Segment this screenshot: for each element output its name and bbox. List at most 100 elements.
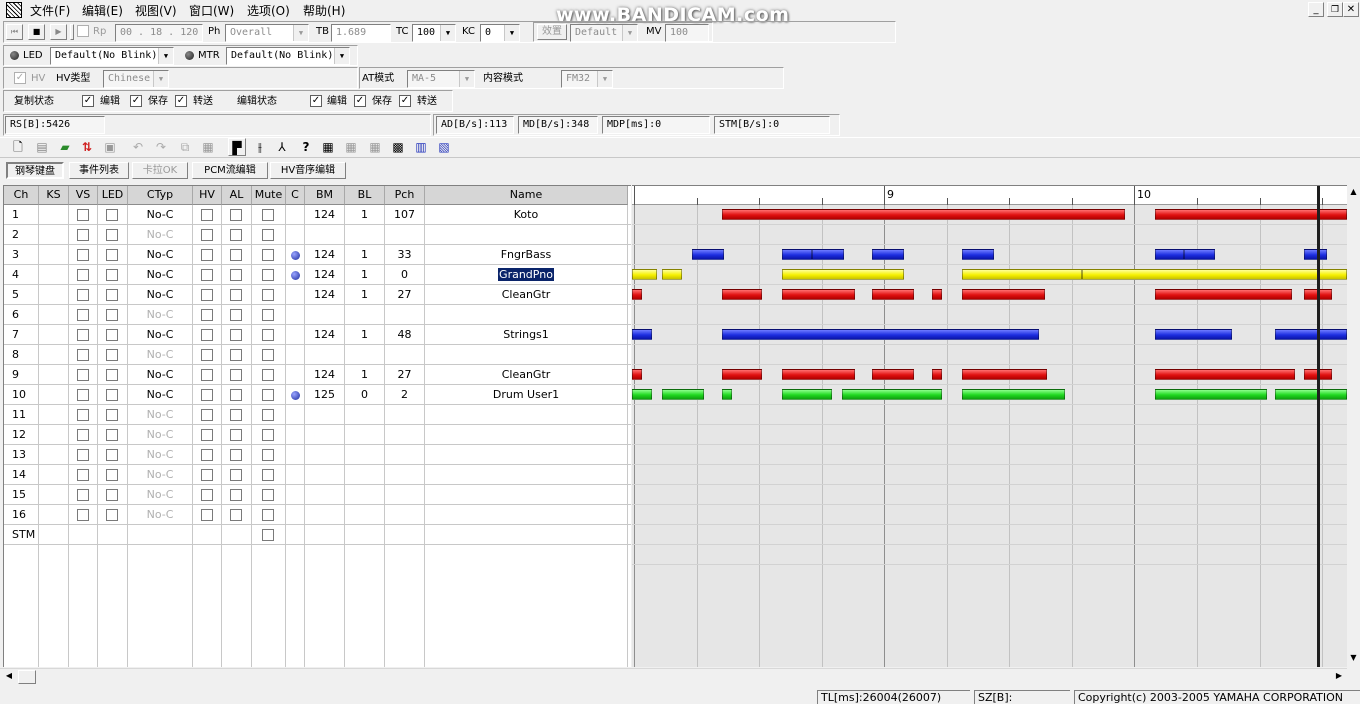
column-header-bm[interactable]: BM: [305, 186, 345, 205]
note-block-blue[interactable]: [1275, 329, 1347, 340]
effect-select[interactable]: Default ▼: [570, 24, 638, 42]
menu-edit[interactable]: 编辑(E): [82, 2, 123, 19]
note-block-blue[interactable]: [872, 249, 904, 260]
mute-checkbox[interactable]: [262, 409, 274, 421]
note-block-green[interactable]: [1155, 389, 1267, 400]
effect-button[interactable]: 效置: [537, 24, 567, 40]
mute-checkbox[interactable]: [262, 509, 274, 521]
vs-checkbox[interactable]: [77, 409, 89, 421]
redo-icon[interactable]: ↷: [152, 138, 170, 156]
note-block-blue[interactable]: [1155, 249, 1184, 260]
column-header-bl[interactable]: BL: [345, 186, 385, 205]
menu-help[interactable]: 帮助(H): [303, 2, 345, 19]
mtr-select[interactable]: Default(No Blink) ▼: [226, 47, 350, 65]
note-block-yellow[interactable]: [962, 269, 1082, 280]
column-header-pch[interactable]: Pch: [385, 186, 425, 205]
scroll-down-arrow-icon[interactable]: ▼: [1347, 653, 1360, 665]
hv-checkbox[interactable]: [201, 349, 213, 361]
led-checkbox[interactable]: [106, 449, 118, 461]
column-header-ch[interactable]: Ch: [4, 186, 39, 205]
position-field[interactable]: 00 . 18 . 120: [115, 24, 203, 42]
column-header-mute[interactable]: Mute: [252, 186, 286, 205]
note-block-yellow[interactable]: [782, 269, 904, 280]
table-row[interactable]: 7 No-C 124 1 48 Strings1: [4, 325, 631, 345]
undo-icon[interactable]: ↶: [129, 138, 147, 156]
vs-checkbox[interactable]: [77, 289, 89, 301]
led-checkbox[interactable]: [106, 469, 118, 481]
al-checkbox[interactable]: [230, 249, 242, 261]
led-checkbox[interactable]: [106, 369, 118, 381]
menu-options[interactable]: 选项(O): [247, 2, 290, 19]
note-block-red[interactable]: [722, 369, 762, 380]
cell-name[interactable]: CleanGtr: [425, 365, 627, 385]
menu-file[interactable]: 文件(F): [30, 2, 70, 19]
al-checkbox[interactable]: [230, 429, 242, 441]
new-icon[interactable]: 🗋: [9, 138, 27, 156]
scroll-up-arrow-icon[interactable]: ▲: [1347, 187, 1360, 199]
al-checkbox[interactable]: [230, 489, 242, 501]
vs-checkbox[interactable]: [77, 329, 89, 341]
note-block-red[interactable]: [1155, 289, 1292, 300]
mute-checkbox[interactable]: [262, 489, 274, 501]
led-checkbox[interactable]: [106, 249, 118, 261]
note-block-blue[interactable]: [692, 249, 724, 260]
note-block-red[interactable]: [932, 369, 942, 380]
al-checkbox[interactable]: [230, 209, 242, 221]
hv-checkbox[interactable]: [201, 469, 213, 481]
edit-edit-checkbox[interactable]: ✓: [310, 95, 322, 107]
al-checkbox[interactable]: [230, 329, 242, 341]
menu-window[interactable]: 窗口(W): [189, 2, 234, 19]
edit-save-checkbox[interactable]: ✓: [354, 95, 366, 107]
hv-checkbox[interactable]: [201, 229, 213, 241]
al-checkbox[interactable]: [230, 289, 242, 301]
led-checkbox[interactable]: [106, 389, 118, 401]
note-block-red[interactable]: [962, 289, 1045, 300]
open-folder-icon[interactable]: ▰: [56, 138, 74, 156]
mute-checkbox[interactable]: [262, 289, 274, 301]
mute-checkbox[interactable]: [262, 269, 274, 281]
vs-checkbox[interactable]: [77, 429, 89, 441]
copy-icon[interactable]: ⧉: [176, 138, 194, 156]
restore-icon[interactable]: ❐: [1327, 2, 1343, 17]
close-icon[interactable]: ✕: [1343, 2, 1359, 17]
tab-hv-sequence[interactable]: HV音序编辑: [270, 162, 346, 179]
vs-checkbox[interactable]: [77, 389, 89, 401]
grid-3-icon[interactable]: ▦: [366, 138, 384, 156]
note-block-red[interactable]: [872, 369, 914, 380]
table-row[interactable]: 1 No-C 124 1 107 Koto: [4, 205, 631, 225]
kc-select[interactable]: 0 ▼: [480, 24, 520, 42]
hv-checkbox[interactable]: [201, 269, 213, 281]
mute-checkbox[interactable]: [262, 229, 274, 241]
vs-checkbox[interactable]: [77, 309, 89, 321]
save-icon[interactable]: ▣: [101, 138, 119, 156]
vs-checkbox[interactable]: [77, 229, 89, 241]
open-icon[interactable]: ▤: [33, 138, 51, 156]
note-block-blue[interactable]: [1184, 249, 1215, 260]
hv-checkbox[interactable]: [201, 449, 213, 461]
piano-grid-icon[interactable]: ▥: [412, 138, 430, 156]
play-button[interactable]: ▶: [50, 24, 67, 40]
stop-button[interactable]: ■: [28, 24, 45, 40]
scroll-thumb[interactable]: [18, 670, 36, 684]
led-checkbox[interactable]: [106, 269, 118, 281]
table-row[interactable]: 8 No-C: [4, 345, 631, 365]
column-header-vs[interactable]: VS: [69, 186, 98, 205]
table-row[interactable]: 6 No-C: [4, 305, 631, 325]
table-row[interactable]: 14 No-C: [4, 465, 631, 485]
table-row[interactable]: 10 No-C 125 0 2 Drum User1: [4, 385, 631, 405]
keyboard-icon[interactable]: ▩: [389, 138, 407, 156]
hv-checkbox[interactable]: [201, 389, 213, 401]
al-checkbox[interactable]: [230, 269, 242, 281]
hv-type-select[interactable]: Chinese ▼: [103, 70, 169, 88]
led-checkbox[interactable]: [106, 329, 118, 341]
table-row[interactable]: 5 No-C 124 1 27 CleanGtr: [4, 285, 631, 305]
cell-name[interactable]: Strings1: [425, 325, 627, 345]
led-checkbox[interactable]: [106, 509, 118, 521]
bar-ruler[interactable]: 91011: [632, 186, 1347, 205]
flag-icon[interactable]: ▛: [228, 138, 246, 156]
led-checkbox[interactable]: [106, 409, 118, 421]
note-block-red[interactable]: [1155, 369, 1295, 380]
hv-checkbox[interactable]: [201, 409, 213, 421]
edit-transfer-checkbox[interactable]: ✓: [399, 95, 411, 107]
mute-checkbox[interactable]: [262, 469, 274, 481]
